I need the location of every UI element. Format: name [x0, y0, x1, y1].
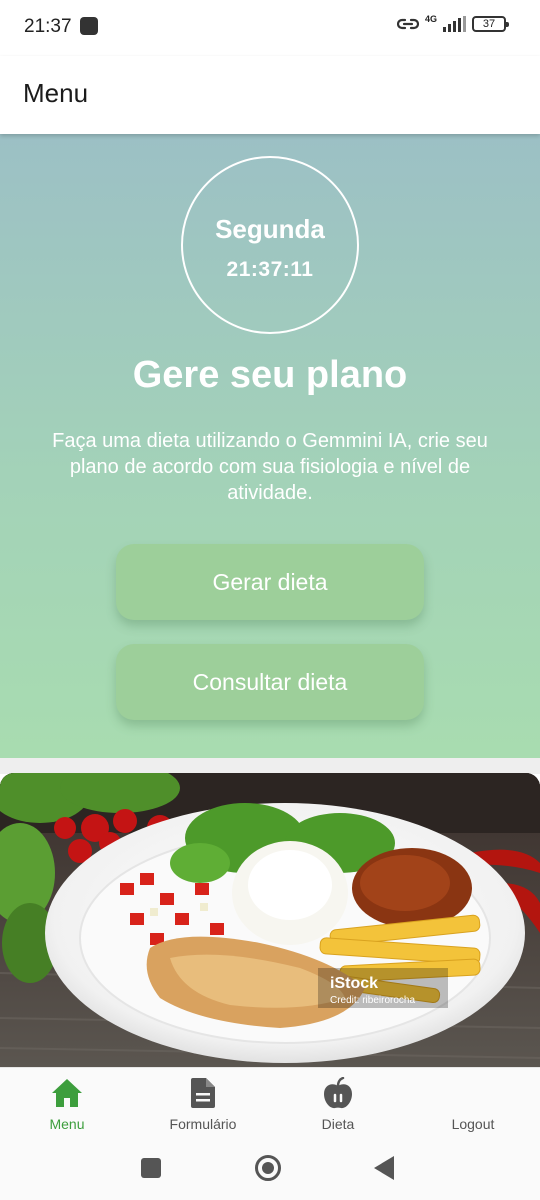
apple-icon	[321, 1076, 355, 1110]
status-indicators: 4G 37	[396, 13, 509, 32]
section-divider	[0, 758, 540, 774]
consult-diet-button[interactable]: Consultar dieta	[116, 644, 424, 720]
nav-label-logout: Logout	[451, 1116, 495, 1132]
network-type: 4G	[424, 13, 437, 24]
image-credit: Credit: ribeirorocha	[330, 995, 415, 1006]
recents-button[interactable]	[141, 1158, 161, 1178]
clock-time: 21:37:11	[226, 258, 314, 281]
app-bar: Menu	[0, 56, 540, 134]
system-navigation-bar	[0, 1137, 540, 1200]
clock-circle: Segunda 21:37:11	[181, 156, 359, 334]
hero-description: Faça uma dieta utilizando o Gemmini IA, …	[52, 430, 488, 504]
status-time: 21:37	[24, 16, 72, 37]
link-icon	[396, 16, 419, 32]
nav-label-menu: Menu	[49, 1116, 85, 1132]
nav-item-dieta[interactable]: Dieta	[278, 1076, 398, 1136]
document-icon	[186, 1076, 220, 1110]
hero-title: Gere seu plano	[132, 354, 408, 396]
nav-label-formulario: Formulário	[169, 1116, 237, 1132]
battery-icon: 37	[472, 16, 509, 32]
hero-section: Segunda 21:37:11 Gere seu plano Faça uma…	[0, 134, 540, 758]
nav-label-dieta: Dieta	[321, 1116, 355, 1132]
generate-diet-button[interactable]: Gerar dieta	[116, 544, 424, 620]
nav-item-menu[interactable]: Menu	[7, 1076, 127, 1136]
home-button[interactable]	[255, 1155, 281, 1181]
nav-item-logout[interactable]: Logout	[413, 1076, 533, 1136]
home-icon	[50, 1076, 84, 1110]
food-image: iStock Credit: ribeirorocha	[0, 773, 540, 1067]
notification-icon	[80, 17, 98, 35]
signal-icon	[443, 16, 466, 32]
istock-watermark: iStock	[330, 975, 378, 992]
bottom-navigation: Menu Formulário Dieta Logout	[0, 1067, 540, 1137]
weekday-label: Segunda	[215, 214, 325, 244]
page-title: Menu	[23, 78, 89, 108]
status-bar: 21:37 4G 37	[0, 0, 540, 56]
back-button[interactable]	[374, 1156, 394, 1180]
nav-item-formulario[interactable]: Formulário	[143, 1076, 263, 1136]
